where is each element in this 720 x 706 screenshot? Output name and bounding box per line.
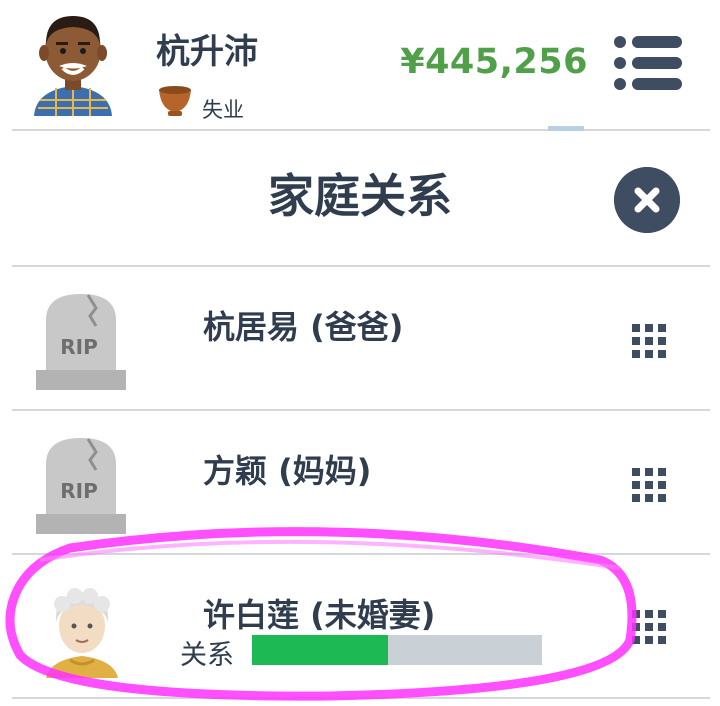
divider — [12, 265, 710, 267]
divider — [12, 553, 710, 555]
tombstone-text: RIP — [60, 335, 98, 359]
header-divider — [12, 129, 710, 131]
hamburger-menu-icon[interactable] — [612, 34, 684, 92]
relationship-bar-fill — [252, 635, 389, 665]
list-item-mother[interactable]: RIP 方颖 (妈妈) — [0, 412, 720, 552]
list-item-father[interactable]: RIP 杭居易 (爸爸) — [0, 268, 720, 408]
list-item-fiancee[interactable]: 许白莲 (未婚妻) — [0, 556, 720, 696]
player-name: 杭升沛 — [156, 32, 258, 72]
relative-name: 许白莲 (未婚妻) — [203, 596, 436, 634]
grid-menu-icon[interactable] — [632, 610, 666, 644]
relative-name: 方颖 (妈妈) — [203, 452, 372, 490]
relative-name: 杭居易 (爸爸) — [203, 308, 404, 346]
man-avatar-icon[interactable] — [30, 8, 116, 116]
divider — [12, 697, 710, 699]
dialog-title: 家庭关系 — [268, 169, 452, 223]
rip-tombstone-icon: RIP — [36, 438, 126, 534]
close-icon[interactable] — [614, 167, 680, 233]
header: 杭升沛 失业 ¥445,256 — [0, 0, 720, 130]
relationship-bar — [252, 635, 542, 665]
scroll-indicator — [548, 126, 584, 131]
divider — [12, 409, 710, 411]
grid-menu-icon[interactable] — [632, 324, 666, 358]
relationship-label: 关系 — [180, 640, 234, 671]
job-status: 失业 — [202, 98, 244, 122]
tombstone-text: RIP — [60, 479, 98, 503]
money-balance: ¥445,256 — [400, 42, 588, 82]
bowl-icon — [159, 86, 191, 116]
rip-tombstone-icon: RIP — [36, 294, 126, 390]
old-woman-avatar-icon — [46, 588, 118, 678]
grid-menu-icon[interactable] — [632, 468, 666, 502]
